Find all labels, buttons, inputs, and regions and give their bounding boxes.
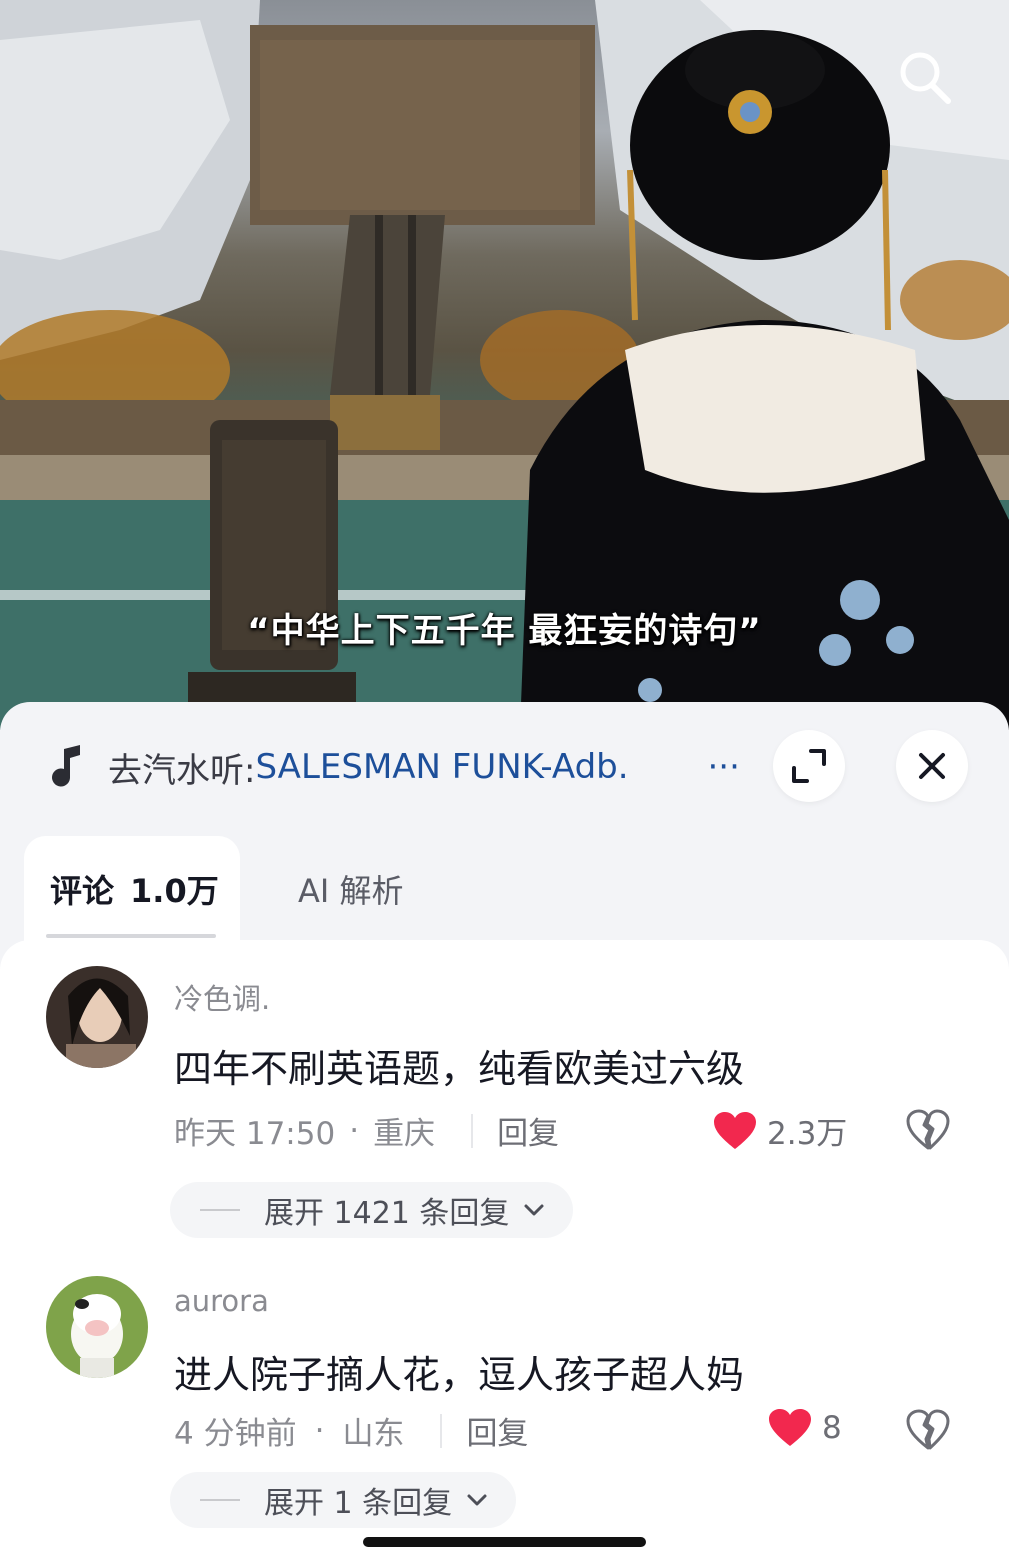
comment-username[interactable]: 冷色调.	[174, 976, 270, 1018]
comment-location: 重庆	[373, 1116, 436, 1152]
close-icon	[919, 753, 945, 779]
heart-icon	[714, 1111, 756, 1149]
like-count: 2.3万	[767, 1116, 848, 1152]
tab-active-indicator	[46, 934, 216, 938]
broken-heart-icon	[906, 1409, 950, 1450]
search-icon	[900, 52, 951, 104]
music-ellipsis: ···	[707, 747, 740, 787]
avatar[interactable]	[46, 966, 148, 1068]
reply-button[interactable]: 回复	[466, 1408, 528, 1453]
close-button[interactable]	[896, 730, 968, 802]
like-count: 8	[822, 1410, 842, 1446]
expand-replies-label: 展开 1421 条回复	[264, 1196, 510, 1231]
chevron-down-icon	[467, 1494, 487, 1506]
music-title: SALESMAN FUNK-Adb.	[255, 747, 629, 787]
expand-replies-button[interactable]: 展开 1421 条回复	[170, 1182, 574, 1238]
comment-text: 进人院子摘人花，逗人孩子超人妈	[174, 1353, 745, 1397]
tab-comments[interactable]: 评论 1.0万	[24, 836, 240, 942]
meta-dot: ·	[349, 1112, 360, 1149]
expand-replies-label: 展开 1 条回复	[264, 1486, 453, 1521]
heart-icon	[769, 1409, 811, 1446]
reply-button[interactable]: 回复	[497, 1108, 559, 1153]
tab-comments-label: 评论	[50, 872, 115, 910]
music-note-icon	[52, 745, 80, 787]
broken-heart-icon	[906, 1109, 950, 1150]
comment-sheet: 去汽水听: SALESMAN FUNK-Adb. ··· 评论 1.0万 AI …	[0, 702, 1009, 1558]
dislike-button[interactable]	[906, 1108, 950, 1152]
comment-username[interactable]: aurora	[174, 1284, 269, 1318]
pill-line	[200, 1499, 240, 1501]
avatar-image	[46, 1276, 148, 1378]
music-link[interactable]: 去汽水听: SALESMAN FUNK-Adb. ···	[52, 742, 740, 792]
avatar[interactable]	[46, 1276, 148, 1378]
fullscreen-icon	[792, 749, 826, 783]
comment-time: 昨天 17:50	[174, 1116, 336, 1152]
comment-meta: 4 分钟前 · 山东 回复	[174, 1408, 528, 1453]
tab-comments-count: 1.0万	[130, 872, 219, 910]
meta-divider	[440, 1413, 443, 1448]
pill-line	[200, 1209, 240, 1211]
home-indicator[interactable]	[363, 1537, 646, 1547]
comment-text: 四年不刷英语题，纯看欧美过六级	[174, 1047, 745, 1091]
tab-ai-analysis[interactable]: AI 解析	[298, 836, 404, 942]
comment-location: 山东	[342, 1416, 405, 1452]
like-button[interactable]: 2.3万	[713, 1108, 847, 1153]
meta-divider	[471, 1113, 474, 1148]
video-subtitle: “中华上下五千年 最狂妄的诗句”	[247, 611, 762, 651]
tab-ai-label: AI 解析	[298, 872, 404, 910]
dislike-button[interactable]	[906, 1408, 950, 1452]
meta-dot: ·	[314, 1412, 325, 1449]
comment-meta: 昨天 17:50 · 重庆 回复	[174, 1108, 559, 1153]
avatar-image	[46, 966, 148, 1068]
comment-time: 4 分钟前	[174, 1416, 297, 1452]
fullscreen-button[interactable]	[773, 730, 845, 802]
chevron-down-icon	[524, 1204, 544, 1216]
comment-list: 冷色调. 四年不刷英语题，纯看欧美过六级 昨天 17:50 · 重庆 回复 2.…	[0, 940, 1009, 1558]
music-prefix: 去汽水听:	[108, 750, 256, 791]
search-button[interactable]	[896, 48, 956, 108]
expand-replies-button[interactable]: 展开 1 条回复	[170, 1472, 517, 1528]
like-button[interactable]: 8	[768, 1408, 842, 1448]
video-player[interactable]: “中华上下五千年 最狂妄的诗句”	[0, 0, 1009, 730]
